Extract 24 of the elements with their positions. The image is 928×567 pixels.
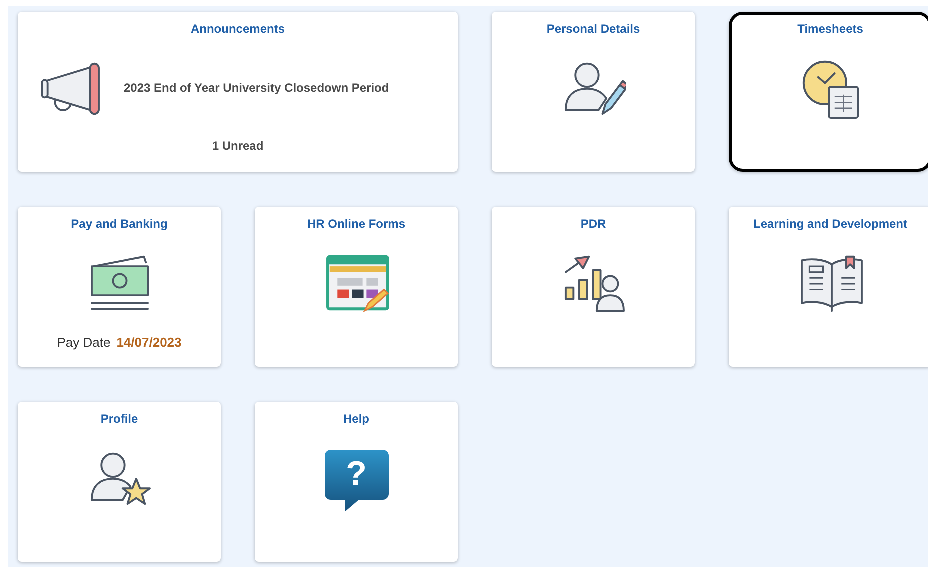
tile-title: Personal Details [546,21,640,38]
help-speech-bubble-icon: ? [324,450,388,512]
tile[interactable]: Timesheets [729,12,928,172]
tile-title: PDR [580,216,606,233]
tile[interactable]: HR Online Forms [255,207,458,367]
tile[interactable]: PDR [492,207,695,367]
tile-title: Profile [100,411,138,428]
tile[interactable]: Pay and Banking Pay Date 14/07/2023 [18,207,221,367]
tile-title: Announcements [190,21,285,38]
tile[interactable]: Personal Details [492,12,695,172]
tile-title: Pay and Banking [71,216,168,233]
tile-title: Timesheets [798,21,864,38]
pay-date-value: 14/07/2023 [116,334,182,352]
tile-title: Help [343,411,370,428]
pay-date-label: Pay Date [57,334,111,352]
form-pencil-icon [324,253,390,313]
tile[interactable]: Announcements 2023 End of Year University Closedown Period 1 Unread [18,12,458,172]
tile-title: HR Online Forms [307,216,406,233]
tile-title: Learning and Development [753,216,908,233]
tile[interactable]: Help ? [255,402,458,562]
tile[interactable]: Learning and Development [729,207,928,367]
tile[interactable]: Profile [18,402,221,562]
unread-count: 1 Unread [212,138,264,155]
announcement-text: 2023 End of Year University Closedown Period [124,80,390,96]
